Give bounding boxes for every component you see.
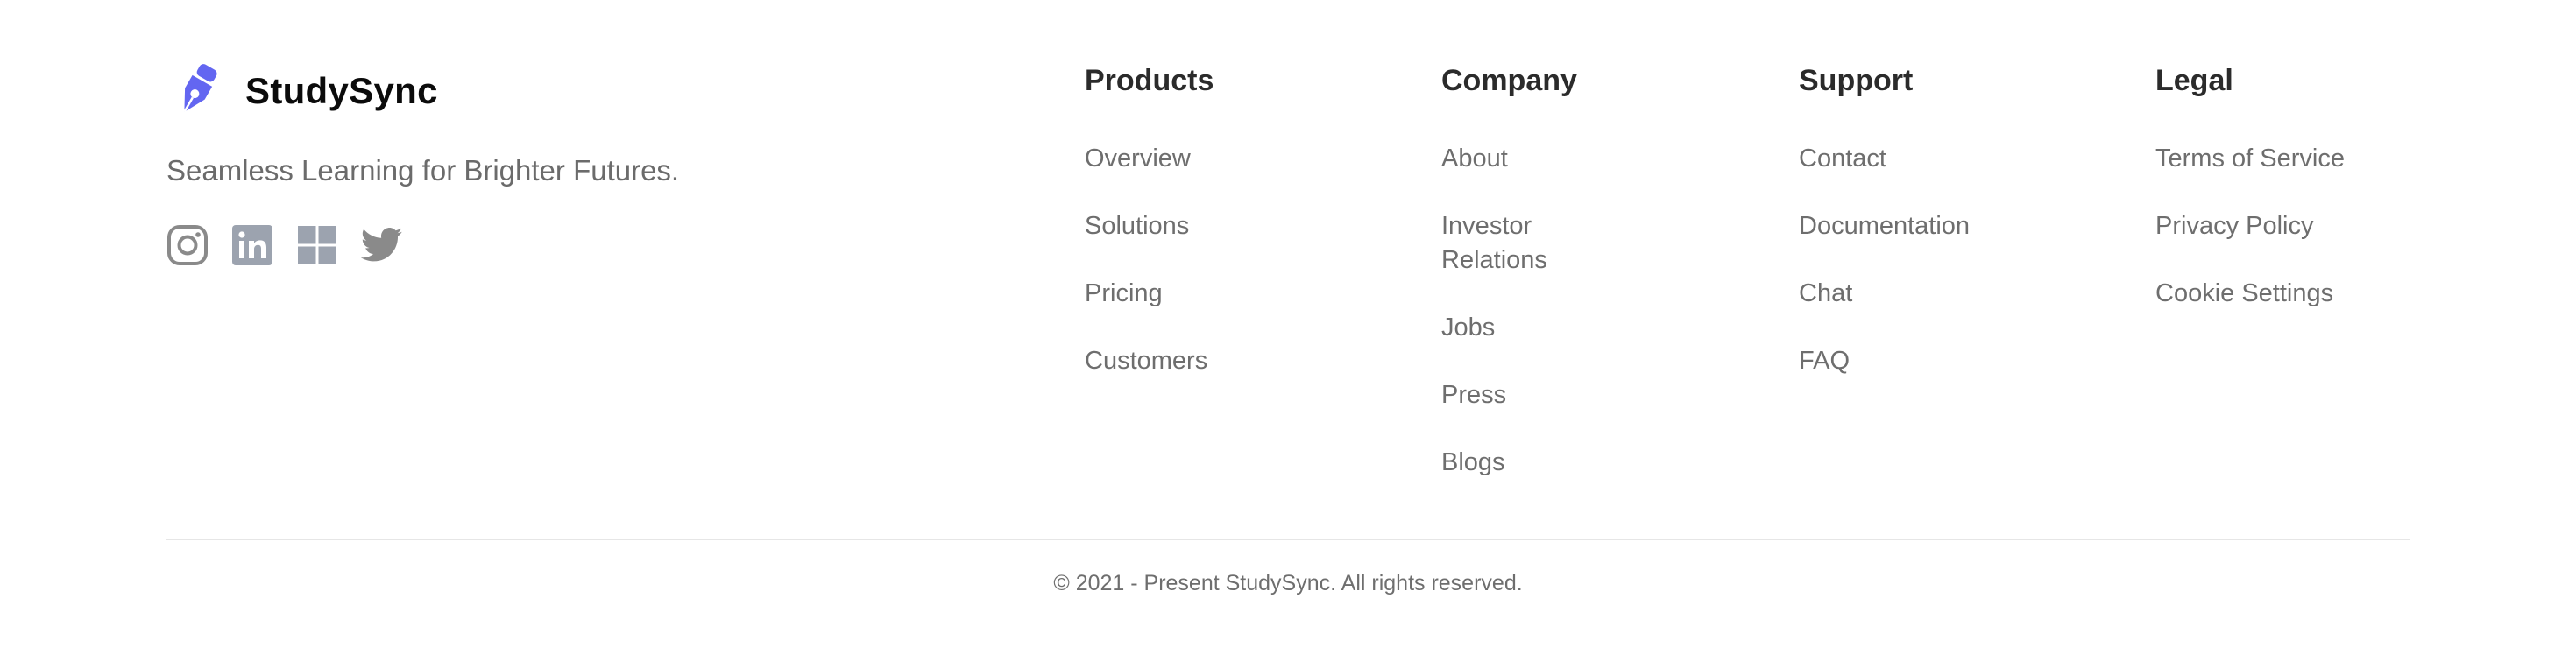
footer-link-about[interactable]: About (1441, 142, 1599, 176)
column-title: Legal (2155, 64, 2233, 97)
column-title: Support (1799, 64, 1914, 97)
footer-link-privacy-policy[interactable]: Privacy Policy (2155, 209, 2445, 243)
instagram-icon[interactable] (166, 224, 209, 266)
footer-link-faq[interactable]: FAQ (1799, 344, 2088, 378)
footer-link-customers[interactable]: Customers (1085, 344, 1374, 378)
footer-link-chat[interactable]: Chat (1799, 277, 2088, 311)
pen-nib-icon (166, 62, 224, 120)
footer-link-jobs[interactable]: Jobs (1441, 311, 1599, 345)
site-footer: StudySync Seamless Learning for Brighter… (0, 0, 2576, 655)
footer-link-pricing[interactable]: Pricing (1085, 277, 1374, 311)
footer-link-blogs[interactable]: Blogs (1441, 446, 1599, 480)
footer-link-documentation[interactable]: Documentation (1799, 209, 2088, 243)
footer-divider (166, 539, 2410, 540)
linkedin-icon[interactable] (231, 224, 273, 266)
footer-link-solutions[interactable]: Solutions (1085, 209, 1374, 243)
footer-link-press[interactable]: Press (1441, 378, 1599, 412)
footer-link-investor-relations[interactable]: Investor Relations (1441, 209, 1599, 278)
footer-link-cookie-settings[interactable]: Cookie Settings (2155, 277, 2445, 311)
footer-column-products: Products Overview Solutions Pricing Cust… (1085, 63, 1374, 412)
column-title: Company (1441, 64, 1577, 97)
column-title: Products (1085, 64, 1214, 97)
footer-column-company: Company About Investor Relations Jobs Pr… (1441, 63, 1599, 513)
footer-link-overview[interactable]: Overview (1085, 142, 1374, 176)
logo-link[interactable]: StudySync (166, 60, 955, 123)
brand-tagline: Seamless Learning for Brighter Futures. (166, 154, 680, 187)
twitter-icon[interactable] (361, 224, 403, 266)
social-links (166, 224, 955, 266)
windows-icon[interactable] (296, 224, 338, 266)
footer-column-legal: Legal Terms of Service Privacy Policy Co… (2155, 63, 2445, 344)
copyright-text: © 2021 - Present StudySync. All rights r… (1053, 571, 1523, 595)
brand-block: StudySync Seamless Learning for Brighter… (166, 60, 955, 266)
footer-column-support: Support Contact Documentation Chat FAQ (1799, 63, 2088, 412)
brand-name: StudySync (245, 70, 438, 111)
footer-link-terms-of-service[interactable]: Terms of Service (2155, 142, 2445, 176)
footer-link-contact[interactable]: Contact (1799, 142, 2088, 176)
